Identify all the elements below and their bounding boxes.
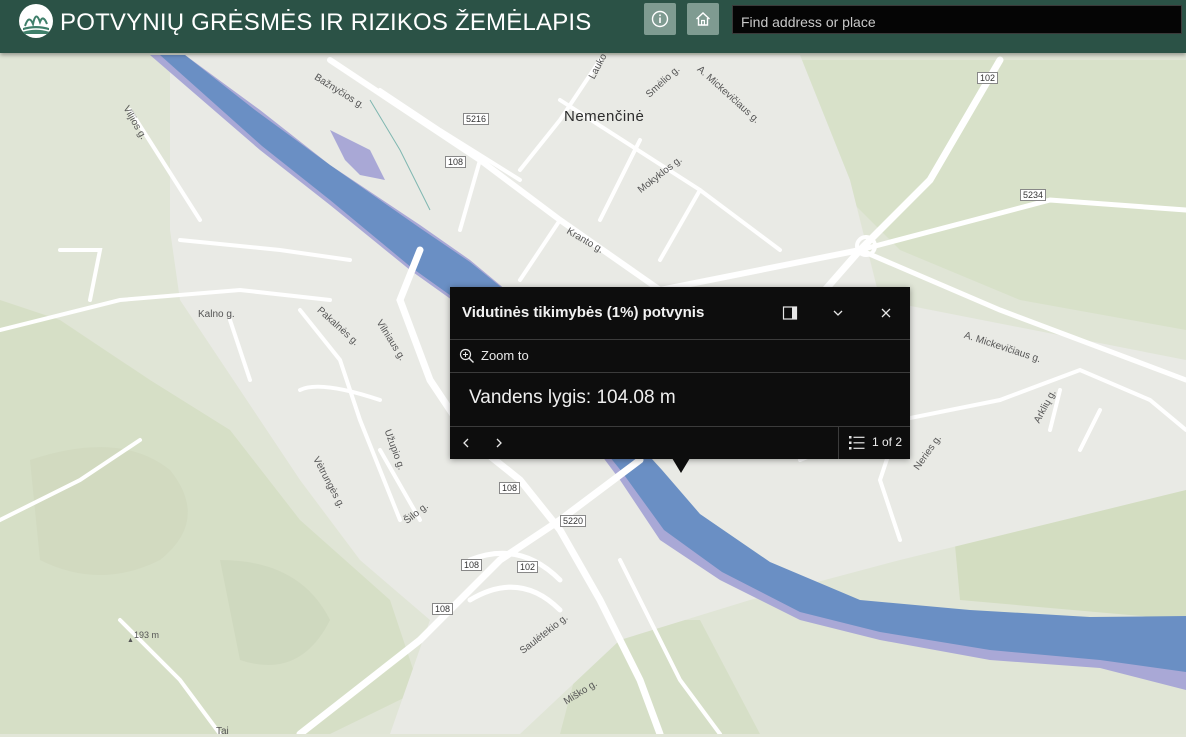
app-logo xyxy=(19,4,53,38)
search-input[interactable] xyxy=(732,5,1182,34)
home-button[interactable] xyxy=(687,3,719,35)
dock-button[interactable] xyxy=(776,299,804,327)
feature-count: 1 of 2 xyxy=(872,435,903,449)
zoom-in-icon xyxy=(459,348,474,363)
zoom-to-label: Zoom to xyxy=(481,348,529,363)
popup-pointer xyxy=(672,458,690,473)
popup-title: Vidutinės tikimybės (1%) potvynis xyxy=(462,304,705,321)
info-icon xyxy=(651,10,669,28)
popup-content: Vandens lygis: 104.08 m xyxy=(469,387,676,408)
chevron-right-icon xyxy=(496,438,502,448)
close-icon xyxy=(881,308,891,318)
hillshade xyxy=(30,447,188,575)
previous-feature-button[interactable] xyxy=(455,433,477,453)
next-feature-button[interactable] xyxy=(488,433,510,453)
chevron-down-icon xyxy=(833,310,843,316)
feature-list-button[interactable]: 1 of 2 xyxy=(838,426,911,459)
home-icon xyxy=(696,12,710,26)
divider xyxy=(450,372,910,373)
app-title: POTVYNIŲ GRĖSMĖS IR RIZIKOS ŽEMĖLAPIS xyxy=(60,9,592,36)
app-header: POTVYNIŲ GRĖSMĖS IR RIZIKOS ŽEMĖLAPIS xyxy=(0,0,1186,53)
collapse-button[interactable] xyxy=(824,299,852,327)
close-button[interactable] xyxy=(872,299,900,327)
dock-icon xyxy=(782,306,798,320)
feature-popup: Vidutinės tikimybės (1%) potvynis Zoom t… xyxy=(450,287,911,473)
list-icon xyxy=(849,436,865,450)
divider xyxy=(450,339,910,340)
info-button[interactable] xyxy=(644,3,676,35)
chevron-left-icon xyxy=(463,438,469,448)
